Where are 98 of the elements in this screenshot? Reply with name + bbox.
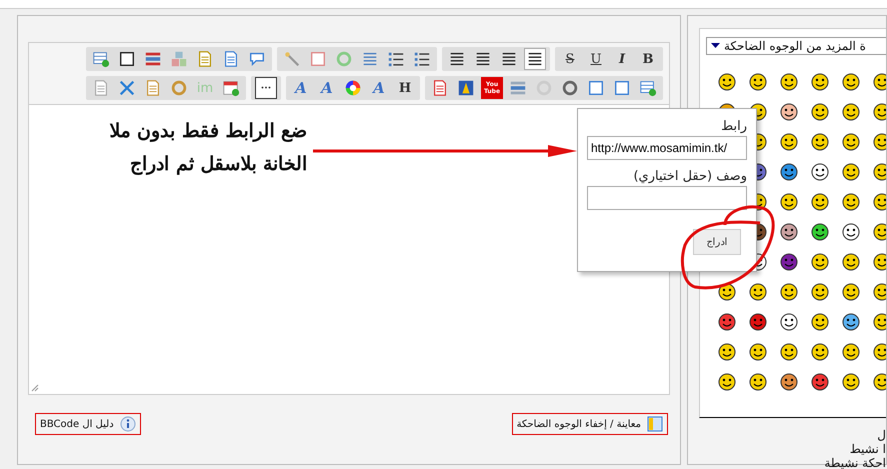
smiley-icon[interactable] [780,163,798,181]
align-center-icon [500,50,518,68]
underline-button[interactable]: U [585,48,607,70]
smiley-icon[interactable] [748,343,766,361]
preview-toggle-button[interactable]: معاينة / إخفاء الوجوه الضاحكة [512,413,668,435]
description-input[interactable] [587,186,747,210]
smiley-icon[interactable] [748,73,766,91]
smiley-icon[interactable] [842,313,860,331]
smiley-icon[interactable] [718,343,736,361]
smiley-icon[interactable] [718,313,736,331]
smilies-option-text: ا نشيط [850,442,886,456]
smiley-icon[interactable] [810,223,828,241]
smiley-icon[interactable] [718,73,736,91]
smiley-icon[interactable] [872,193,886,211]
smiley-icon[interactable] [842,253,860,271]
italic-button[interactable]: I [611,48,633,70]
numbered-list-icon [387,50,405,68]
square-icon [309,50,327,68]
smiley-icon[interactable] [872,253,886,271]
stripes-icon [144,50,162,68]
smiley-icon[interactable] [780,73,798,91]
smiley-icon[interactable] [872,283,886,301]
smiley-icon[interactable] [872,163,886,181]
smiley-icon[interactable] [872,133,886,151]
align-right-icon [474,50,492,68]
url-input[interactable]: http://www.mosamimin.tk/ [587,136,747,160]
smiley-icon[interactable] [718,373,736,391]
smiley-icon[interactable] [780,283,798,301]
smiley-icon[interactable] [872,223,886,241]
calendar-icon [222,79,240,97]
smilies-dropdown[interactable]: ة المزيد من الوجوه الضاحكة [706,37,886,55]
strikethrough-button[interactable]: S [559,48,581,70]
smiley-icon[interactable] [810,283,828,301]
smiley-icon[interactable] [810,373,828,391]
smiley-icon[interactable] [780,253,798,271]
heading-button[interactable]: H [394,77,416,99]
handwritten-note: الخانة بلاسقل ثم ادراج [129,152,307,175]
smiley-icon[interactable] [810,73,828,91]
smiley-icon[interactable] [810,193,828,211]
bbcode-help-button[interactable]: دليل ال BBCode [35,413,141,435]
smiley-icon[interactable] [810,163,828,181]
images-icon [639,79,657,97]
table-icon [92,50,110,68]
more-button[interactable]: ··· [255,77,277,99]
smiley-icon[interactable] [748,313,766,331]
smiley-icon[interactable] [842,73,860,91]
smiley-icon[interactable] [842,103,860,121]
smiley-icon[interactable] [842,373,860,391]
smiley-icon[interactable] [872,373,886,391]
smiley-icon[interactable] [780,223,798,241]
smiley-icon[interactable] [810,133,828,151]
url-label: رابط [720,119,747,134]
smiley-icon[interactable] [872,313,886,331]
font-size-button[interactable]: A [290,77,312,99]
smiley-icon[interactable] [872,103,886,121]
font-button[interactable]: A [316,77,338,99]
smiley-icon[interactable] [748,373,766,391]
smiley-icon[interactable] [780,133,798,151]
smiley-icon[interactable] [780,373,798,391]
smilies-option-text: ل [877,428,886,442]
color-wheel-icon [344,79,362,97]
align-left-icon [526,50,544,68]
smiley-icon[interactable] [810,103,828,121]
line-height-button[interactable]: A [368,77,390,99]
smiley-icon[interactable] [780,313,798,331]
speech-bubble-icon [248,50,266,68]
smiley-icon[interactable] [842,163,860,181]
info-icon [120,416,136,432]
insert-button[interactable]: ادراج [693,229,741,255]
blocks-icon [170,50,188,68]
handwritten-note: ضع الرابط فقط بدون ملا [108,119,307,142]
align-left-button[interactable] [524,48,546,70]
panel-icon [647,416,663,432]
clipboard-icon [144,79,162,97]
paragraph-icon [361,50,379,68]
bold-button[interactable]: B [637,48,659,70]
smiley-icon[interactable] [842,133,860,151]
smiley-icon[interactable] [810,343,828,361]
smiley-icon[interactable] [872,73,886,91]
smiley-icon[interactable] [780,103,798,121]
smiley-icon[interactable] [872,343,886,361]
resize-grip-icon[interactable] [31,384,39,392]
smiley-icon[interactable] [842,193,860,211]
wand-icon [283,50,301,68]
smiley-icon[interactable] [842,223,860,241]
document-icon [92,79,110,97]
smiley-icon[interactable] [810,253,828,271]
justify-icon [448,50,466,68]
smiley-icon[interactable] [842,283,860,301]
smiley-icon[interactable] [780,343,798,361]
dropdown-caret-icon [711,43,720,49]
smiley-icon[interactable] [810,313,828,331]
smiley-icon[interactable] [842,343,860,361]
smiley-icon[interactable] [718,283,736,301]
smiley-icon[interactable] [780,193,798,211]
bullet-list-icon [413,50,431,68]
smilies-option-text: احكة نشيطة [824,456,886,469]
smiley-icon[interactable] [748,283,766,301]
